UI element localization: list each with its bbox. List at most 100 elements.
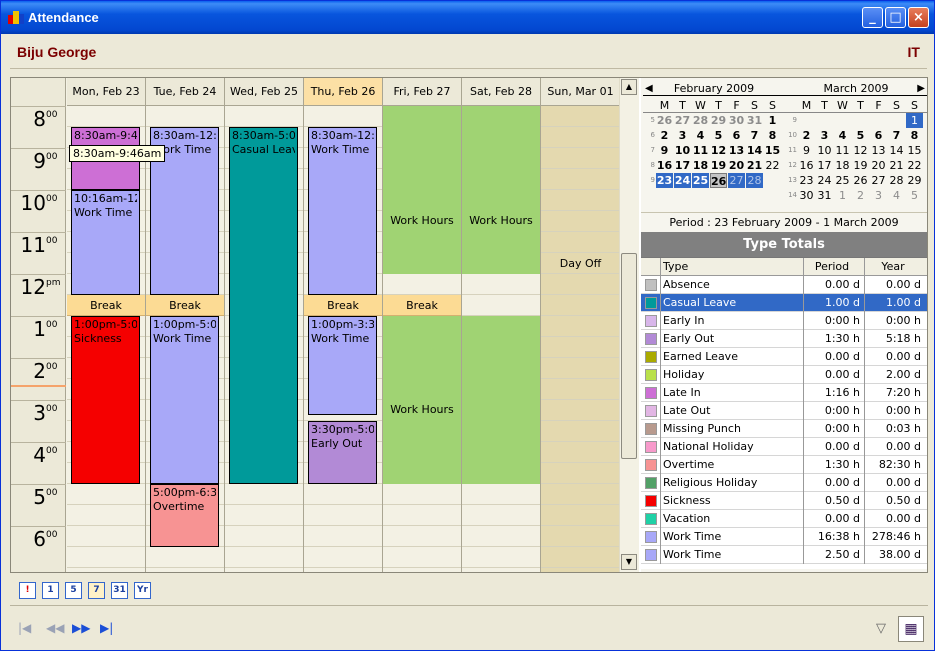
totals-row[interactable]: Earned Leave 0.00 d 0.00 d [641, 348, 927, 366]
time-slot[interactable] [383, 505, 461, 526]
time-slot[interactable] [541, 190, 620, 211]
calendar-day[interactable]: 10 [674, 143, 691, 158]
close-button[interactable]: × [908, 7, 929, 28]
break-block[interactable]: Break [67, 295, 145, 316]
calendar-day[interactable]: 21 [746, 158, 763, 173]
calendar-day[interactable]: 1 [834, 188, 851, 203]
calendar-day[interactable]: 16 [798, 158, 815, 173]
time-slot[interactable] [304, 547, 382, 568]
work-hours-block[interactable] [462, 106, 540, 274]
time-slot[interactable] [541, 547, 620, 568]
time-slot[interactable] [225, 505, 303, 526]
calendar-day[interactable]: 9 [798, 143, 815, 158]
time-slot[interactable] [541, 148, 620, 169]
calendar-day[interactable]: 23 [798, 173, 815, 188]
calendar-day[interactable]: 11 [692, 143, 709, 158]
calendar-day[interactable]: 17 [816, 158, 833, 173]
calendar-day[interactable]: 2 [852, 188, 869, 203]
work-hours-block[interactable] [383, 316, 461, 484]
day-view-button[interactable]: 1 [42, 582, 59, 599]
calendar-day[interactable]: 26 [656, 113, 673, 128]
time-slot[interactable] [541, 379, 620, 400]
totals-row[interactable]: Religious Holiday 0.00 d 0.00 d [641, 474, 927, 492]
time-slot[interactable] [383, 547, 461, 568]
time-slot[interactable] [304, 106, 382, 127]
prev-month-arrow-icon[interactable]: ◀ [645, 82, 653, 96]
time-slot[interactable] [541, 505, 620, 526]
scroll-up-arrow-icon[interactable]: ▲ [621, 79, 637, 95]
time-slot[interactable] [67, 505, 145, 526]
time-slot[interactable] [383, 526, 461, 547]
totals-row[interactable]: Work Time 2.50 d 38.00 d [641, 546, 927, 564]
totals-row[interactable]: Work Time 16:38 h 278:46 h [641, 528, 927, 546]
totals-row[interactable]: Overtime 1:30 h 82:30 h [641, 456, 927, 474]
calendar-day[interactable]: 21 [888, 158, 905, 173]
time-slot[interactable] [67, 484, 145, 505]
scroll-down-arrow-icon[interactable]: ▼ [621, 554, 637, 570]
time-slot[interactable] [67, 106, 145, 127]
calendar-day[interactable]: 9 [656, 143, 673, 158]
totals-row[interactable]: Early In 0:00 h 0:00 h [641, 312, 927, 330]
time-slot[interactable] [225, 484, 303, 505]
calendar-day[interactable]: 28 [888, 173, 905, 188]
calendar-march[interactable]: March 2009 ▶ M T W T F S S 9 1 10 2 3 4 5 6 7 8 11 9 10 11 12… [785, 82, 927, 206]
calendar-day[interactable]: 3 [870, 188, 887, 203]
vertical-scrollbar[interactable]: ▲ ▼ [619, 78, 637, 572]
time-slot[interactable] [462, 274, 540, 295]
grid-view-icon[interactable]: ▦ [898, 616, 924, 642]
time-slot[interactable] [541, 211, 620, 232]
time-slot[interactable] [146, 547, 224, 568]
totals-row[interactable]: Vacation 0.00 d 0.00 d [641, 510, 927, 528]
work-hours-block[interactable] [383, 106, 461, 274]
calendar-day[interactable]: 30 [728, 113, 745, 128]
type-totals-table[interactable]: Type Period Year Absence 0.00 d 0.00 d Casual … [641, 257, 927, 569]
period-column-header[interactable]: Period [803, 258, 864, 276]
day-header[interactable]: Wed, Feb 25 [225, 78, 304, 106]
time-slot[interactable] [225, 547, 303, 568]
day-column[interactable]: Day Off [541, 106, 621, 572]
time-slot[interactable] [541, 400, 620, 421]
year-column-header[interactable]: Year [864, 258, 925, 276]
time-slot[interactable] [541, 526, 620, 547]
calendar-day[interactable]: 13 [728, 143, 745, 158]
previous-page-icon[interactable]: ◀◀ [46, 621, 64, 635]
calendar-day[interactable]: 18 [692, 158, 709, 173]
time-slot[interactable] [541, 484, 620, 505]
calendar-day[interactable]: 5 [710, 128, 727, 143]
type-column-header[interactable]: Type [660, 258, 803, 276]
totals-row[interactable]: National Holiday 0.00 d 0.00 d [641, 438, 927, 456]
filter-icon[interactable]: ▽ [876, 621, 886, 636]
totals-row[interactable]: Absence 0.00 d 0.00 d [641, 276, 927, 294]
calendar-day[interactable]: 17 [674, 158, 691, 173]
time-slot[interactable] [541, 127, 620, 148]
calendar-day[interactable]: 20 [728, 158, 745, 173]
calendar-day[interactable]: 1 [906, 113, 923, 128]
calendar-day[interactable]: 4 [888, 188, 905, 203]
totals-row[interactable]: Late Out 0:00 h 0:00 h [641, 402, 927, 420]
exceptions-view-button[interactable]: ! [19, 582, 36, 599]
time-slot[interactable] [67, 526, 145, 547]
calendar-day[interactable]: 27 [674, 113, 691, 128]
scroll-thumb[interactable] [621, 253, 637, 459]
time-slot[interactable] [304, 484, 382, 505]
time-slot[interactable] [541, 232, 620, 253]
day-header[interactable]: Sun, Mar 01 [541, 78, 621, 106]
work-hours-block[interactable] [462, 316, 540, 484]
work-time-event[interactable]: 8:30am-12:3Work Time [308, 127, 377, 295]
schedule-view[interactable]: 8 00 9 00 10 00 11 00 12 pm 1 00 2 00 3 00 4 00 5 00 6 00 Mon… [11, 78, 639, 572]
minimize-button[interactable]: _ [862, 7, 883, 28]
time-slot[interactable] [541, 421, 620, 442]
day-header[interactable]: Mon, Feb 23 [67, 78, 146, 106]
calendar-day[interactable]: 5 [906, 188, 923, 203]
time-slot[interactable] [541, 337, 620, 358]
time-slot[interactable] [541, 274, 620, 295]
calendar-day[interactable]: 24 [674, 173, 691, 188]
time-slot[interactable] [462, 295, 540, 316]
calendar-day[interactable]: 14 [746, 143, 763, 158]
time-slot[interactable] [383, 274, 461, 295]
calendar-day[interactable]: 25 [834, 173, 851, 188]
work-week-view-button[interactable]: 5 [65, 582, 82, 599]
time-slot[interactable] [541, 295, 620, 316]
calendar-day[interactable]: 29 [906, 173, 923, 188]
work-time-event[interactable]: 1:00pm-5:00Work Time [150, 316, 219, 484]
